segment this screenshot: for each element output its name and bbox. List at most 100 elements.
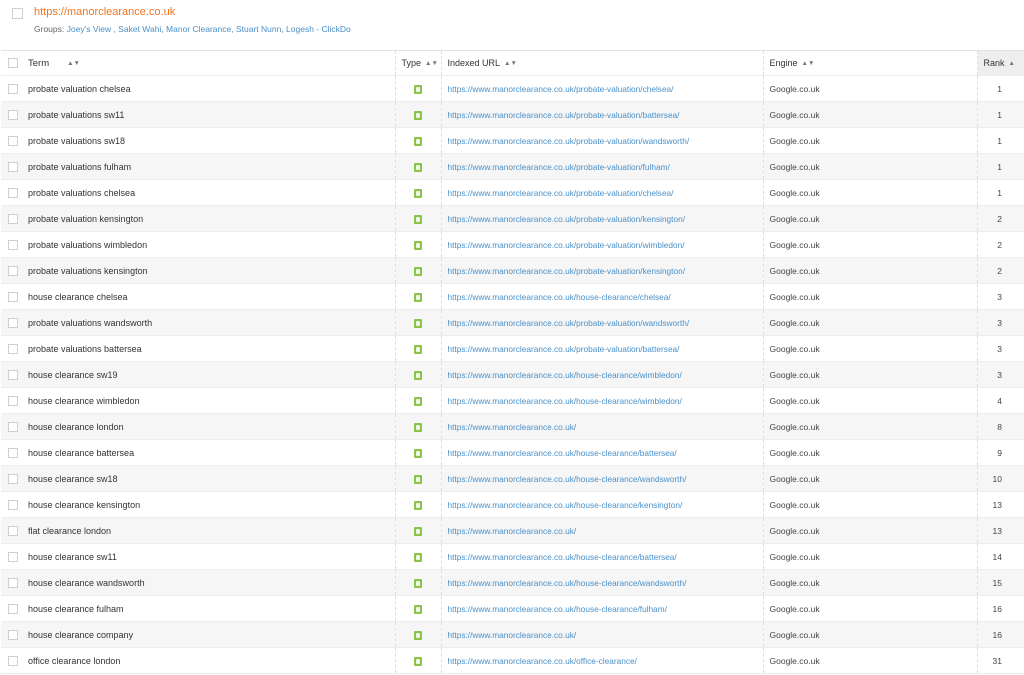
indexed-url-column-header[interactable]: Indexed URL ▲▼: [440, 50, 763, 76]
indexed-url-link[interactable]: https://www.manorclearance.co.uk/house-c…: [448, 578, 687, 588]
indexed-url-link[interactable]: https://www.manorclearance.co.uk/house-c…: [448, 396, 682, 406]
row-select-checkbox[interactable]: [8, 473, 18, 484]
sort-both-icon[interactable]: ▲▼: [67, 60, 80, 67]
groups-list-link[interactable]: Joey's View , Saket Wahi, Manor Clearanc…: [67, 24, 351, 34]
indexed-url-link[interactable]: https://www.manorclearance.co.uk/: [448, 526, 577, 536]
row-select-checkbox[interactable]: [8, 161, 18, 172]
row-select-checkbox[interactable]: [8, 629, 18, 640]
engine-cell: Google.co.uk: [762, 413, 977, 440]
engine-text: Google.co.uk: [769, 421, 820, 432]
sort-up-icon[interactable]: ▲: [1009, 60, 1015, 67]
engine-text: Google.co.uk: [769, 265, 820, 276]
sort-both-icon[interactable]: ▲▼: [802, 60, 815, 67]
indexed-url-link[interactable]: https://www.manorclearance.co.uk/house-c…: [448, 500, 683, 510]
rank-value: 8: [997, 421, 1002, 432]
site-header: https://manorclearance.co.uk Groups: Joe…: [0, 0, 1024, 48]
rank-value: 13: [992, 525, 1002, 536]
indexed-url-cell: https://www.manorclearance.co.uk/house-c…: [440, 465, 763, 492]
row-select-checkbox[interactable]: [8, 395, 18, 406]
term-text: house clearance wimbledon: [28, 395, 140, 406]
engine-text: Google.co.uk: [769, 213, 820, 224]
term-cell: house clearance sw19: [1, 361, 395, 388]
table-row: house clearance wimbledon https://www.man…: [1, 387, 1024, 414]
engine-cell: Google.co.uk: [762, 517, 977, 544]
term-cell: house clearance wandsworth: [1, 569, 395, 596]
row-select-checkbox[interactable]: [8, 343, 18, 354]
indexed-url-cell: https://www.manorclearance.co.uk/: [440, 517, 763, 544]
row-select-checkbox[interactable]: [8, 317, 18, 328]
indexed-url-cell: https://www.manorclearance.co.uk/probate…: [440, 231, 763, 258]
row-select-checkbox[interactable]: [8, 291, 18, 302]
engine-cell: Google.co.uk: [762, 439, 977, 466]
type-cell: [394, 465, 441, 492]
select-all-checkbox[interactable]: [8, 58, 18, 69]
term-text: probate valuation chelsea: [28, 83, 131, 94]
indexed-url-link[interactable]: https://www.manorclearance.co.uk/house-c…: [448, 552, 677, 562]
type-cell: [394, 231, 441, 258]
term-cell: probate valuation chelsea: [1, 75, 395, 102]
row-select-checkbox[interactable]: [8, 213, 18, 224]
indexed-url-link[interactable]: https://www.manorclearance.co.uk/probate…: [448, 162, 670, 172]
indexed-url-cell: https://www.manorclearance.co.uk/: [440, 621, 763, 648]
row-select-checkbox[interactable]: [8, 499, 18, 510]
row-select-checkbox[interactable]: [8, 83, 18, 94]
indexed-url-link[interactable]: https://www.manorclearance.co.uk/probate…: [448, 84, 674, 94]
term-cell: probate valuations fulham: [1, 153, 395, 180]
type-cell: [394, 595, 441, 622]
row-select-checkbox[interactable]: [8, 447, 18, 458]
row-select-checkbox[interactable]: [8, 551, 18, 562]
indexed-url-link[interactable]: https://www.manorclearance.co.uk/: [448, 630, 577, 640]
indexed-url-link[interactable]: https://www.manorclearance.co.uk/house-c…: [448, 292, 671, 302]
rank-column-header[interactable]: Rank ▲: [976, 50, 1024, 76]
term-text: probate valuations chelsea: [28, 187, 136, 198]
rank-value: 15: [992, 577, 1002, 588]
row-select-checkbox[interactable]: [8, 655, 18, 666]
type-column-header[interactable]: Type ▲▼: [394, 50, 441, 76]
term-column-header[interactable]: Term ▲▼: [1, 50, 395, 76]
indexed-url-link[interactable]: https://www.manorclearance.co.uk/house-c…: [448, 474, 687, 484]
indexed-url-link[interactable]: https://www.manorclearance.co.uk/house-c…: [448, 604, 668, 614]
indexed-url-link[interactable]: https://www.manorclearance.co.uk/probate…: [448, 136, 690, 146]
indexed-url-link[interactable]: https://www.manorclearance.co.uk/probate…: [448, 344, 680, 354]
row-select-checkbox[interactable]: [8, 525, 18, 536]
site-groups: Groups: Joey's View , Saket Wahi, Manor …: [34, 24, 351, 34]
site-url-link[interactable]: https://manorclearance.co.uk: [34, 6, 175, 18]
site-select-checkbox[interactable]: [12, 8, 23, 19]
row-select-checkbox[interactable]: [8, 603, 18, 614]
indexed-url-link[interactable]: https://www.manorclearance.co.uk/probate…: [448, 266, 686, 276]
indexed-url-link[interactable]: https://www.manorclearance.co.uk/: [448, 422, 577, 432]
indexed-url-link[interactable]: https://www.manorclearance.co.uk/probate…: [448, 188, 674, 198]
indexed-url-link[interactable]: https://www.manorclearance.co.uk/house-c…: [448, 448, 677, 458]
row-select-checkbox[interactable]: [8, 187, 18, 198]
type-cell: [394, 413, 441, 440]
row-select-checkbox[interactable]: [8, 239, 18, 250]
row-select-checkbox[interactable]: [8, 109, 18, 120]
sort-both-icon[interactable]: ▲▼: [504, 60, 517, 67]
row-select-checkbox[interactable]: [8, 369, 18, 380]
row-select-checkbox[interactable]: [8, 135, 18, 146]
rank-value: 2: [997, 213, 1002, 224]
rank-cell: 3: [976, 335, 1024, 362]
row-select-checkbox[interactable]: [8, 265, 18, 276]
indexed-url-link[interactable]: https://www.manorclearance.co.uk/probate…: [448, 214, 686, 224]
organic-result-icon: [414, 422, 422, 432]
rank-cell: 3: [976, 283, 1024, 310]
indexed-url-link[interactable]: https://www.manorclearance.co.uk/probate…: [448, 318, 690, 328]
indexed-url-link[interactable]: https://www.manorclearance.co.uk/probate…: [448, 240, 685, 250]
table-row: house clearance battersea https://www.man…: [1, 439, 1024, 466]
term-cell: probate valuations battersea: [1, 335, 395, 362]
rank-value: 16: [992, 603, 1002, 614]
term-text: house clearance chelsea: [28, 291, 128, 302]
indexed-url-link[interactable]: https://www.manorclearance.co.uk/office-…: [448, 656, 637, 666]
organic-result-icon: [414, 474, 422, 484]
row-select-checkbox[interactable]: [8, 421, 18, 432]
table-row: house clearance chelsea https://www.manor…: [1, 283, 1024, 310]
engine-column-header[interactable]: Engine ▲▼: [762, 50, 977, 76]
indexed-url-cell: https://www.manorclearance.co.uk/probate…: [440, 179, 763, 206]
row-select-checkbox[interactable]: [8, 577, 18, 588]
sort-both-icon[interactable]: ▲▼: [425, 60, 438, 67]
indexed-url-link[interactable]: https://www.manorclearance.co.uk/house-c…: [448, 370, 682, 380]
indexed-url-link[interactable]: https://www.manorclearance.co.uk/probate…: [448, 110, 680, 120]
indexed-url-cell: https://www.manorclearance.co.uk/house-c…: [440, 361, 763, 388]
engine-cell: Google.co.uk: [762, 621, 977, 648]
